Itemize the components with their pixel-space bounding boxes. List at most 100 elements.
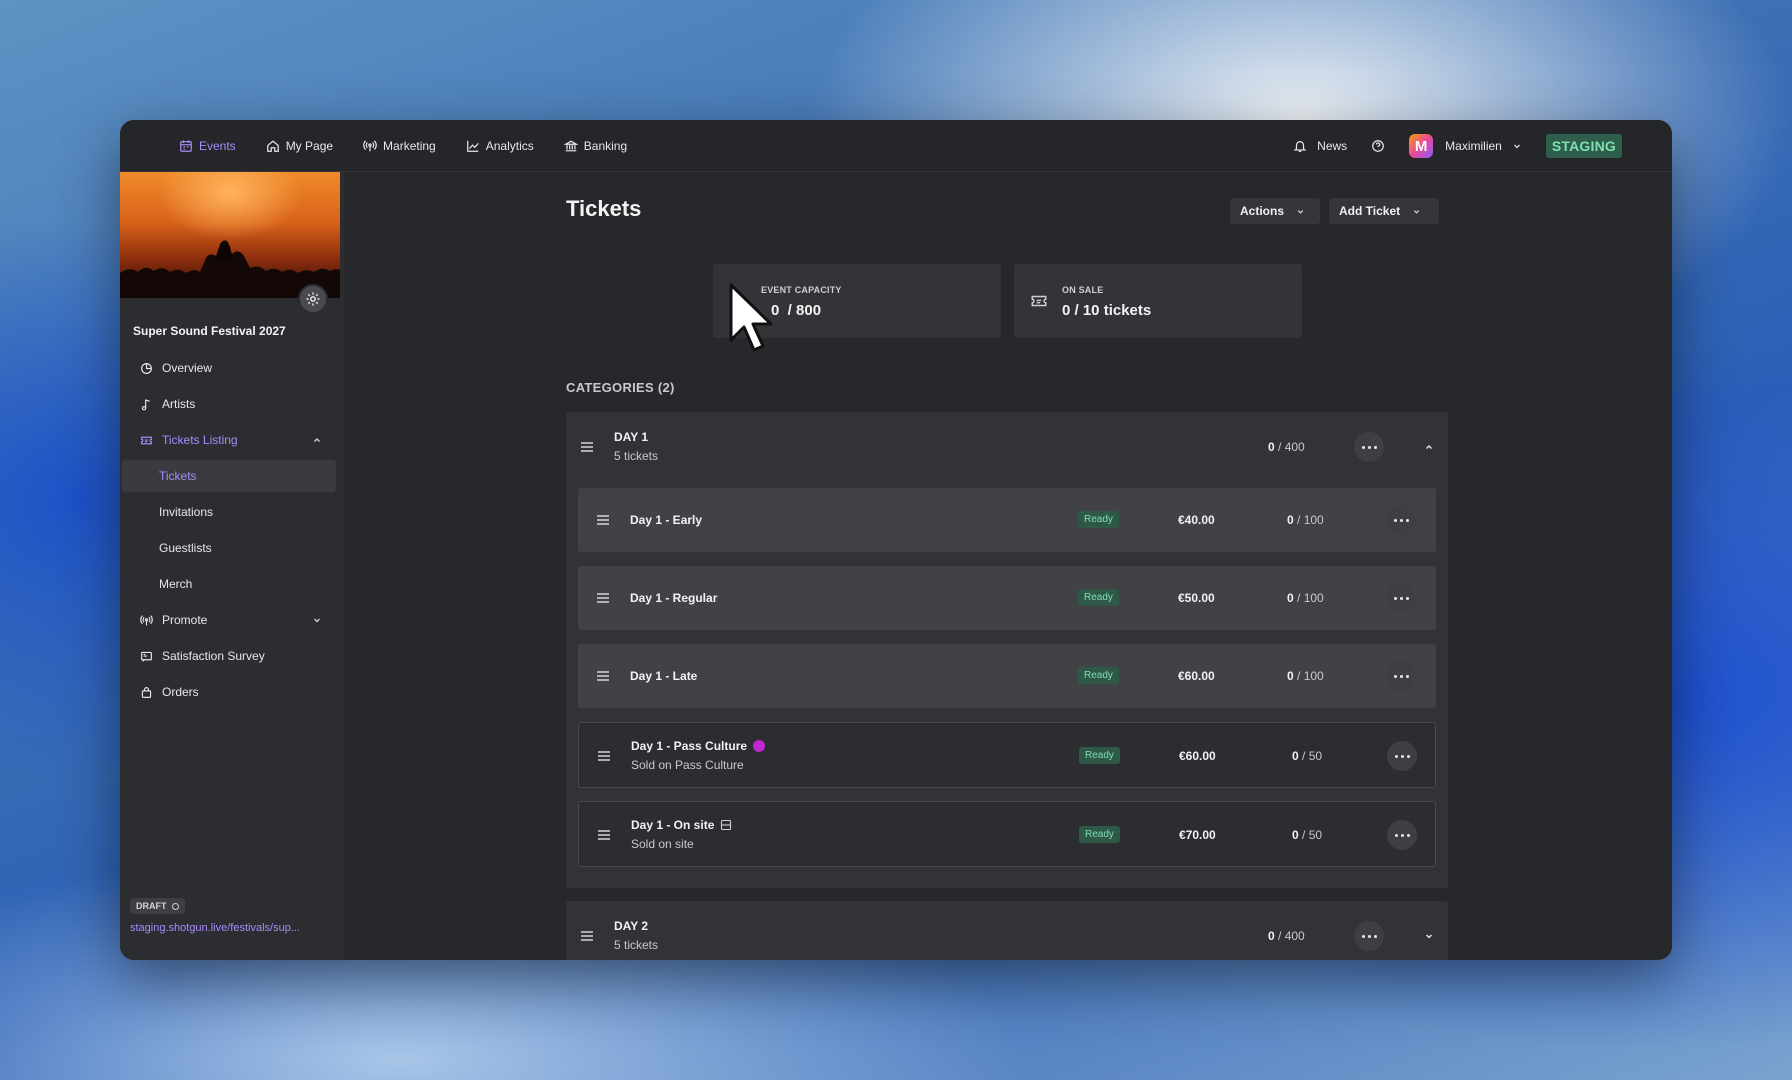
nav-banking[interactable]: Banking	[563, 120, 628, 172]
event-capacity-value: 0 / 800	[771, 302, 822, 319]
sidebar-item-artists[interactable]: Artists	[120, 386, 344, 422]
chevron-down-icon[interactable]	[1512, 141, 1522, 151]
category-day-2: DAY 2 5 tickets 0 / 400	[566, 901, 1448, 960]
status-badge: Ready	[1078, 589, 1119, 606]
app-window: Events My Page Marketing Analytics Banki…	[120, 120, 1672, 960]
bank-icon	[563, 139, 578, 151]
avatar[interactable]: M	[1409, 134, 1434, 158]
nav-my-page[interactable]: My Page	[266, 120, 333, 172]
status-badge: Ready	[1078, 511, 1119, 528]
survey-icon	[141, 651, 152, 662]
sidebar-subitem-merch[interactable]: Merch	[120, 566, 344, 602]
nav-marketing[interactable]: Marketing	[363, 120, 436, 172]
ticket-name-wrap: Day 1 - Pass Culture	[631, 739, 766, 753]
sidebar-item-satisfaction-survey[interactable]: Satisfaction Survey	[120, 638, 344, 674]
ticket-more-button[interactable]	[1386, 661, 1416, 691]
sidebar-item-tickets-listing[interactable]: Tickets Listing	[120, 422, 344, 458]
sidebar-item-overview[interactable]: Overview	[120, 350, 344, 386]
drag-handle-icon[interactable]	[580, 441, 594, 453]
gear-icon	[306, 292, 320, 306]
event-site-link[interactable]: staging.shotgun.live/festivals/sup...	[130, 922, 300, 934]
user-name[interactable]: Maximilien	[1445, 139, 1502, 153]
category-capacity: 0 / 400	[1268, 440, 1305, 454]
sidebar-subitem-invitations[interactable]: Invitations	[120, 494, 344, 530]
drag-handle-icon[interactable]	[597, 829, 611, 841]
page-title: Tickets	[566, 196, 642, 221]
ticket-price: €40.00	[1178, 513, 1215, 527]
ticket-sold: 0	[1287, 513, 1294, 527]
event-settings-button[interactable]	[298, 284, 328, 314]
ticket-name: Day 1 - On site	[631, 818, 715, 832]
ticket-more-button[interactable]	[1387, 820, 1417, 850]
nav-label: Banking	[583, 138, 628, 153]
mouse-pointer-icon	[729, 283, 773, 352]
sidebar-item-label: Tickets Listing	[162, 433, 238, 447]
sidebar-item-label: Orders	[162, 685, 199, 699]
ticket-row[interactable]: Day 1 - Late Ready €60.00 0 / 100	[578, 644, 1436, 708]
chevron-down-icon[interactable]	[312, 615, 322, 625]
sidebar-item-label: Artists	[162, 397, 196, 411]
category-capacity: 0 / 400	[1268, 929, 1305, 943]
ticket-price: €70.00	[1179, 828, 1216, 842]
ticket-row[interactable]: Day 1 - Pass Culture Sold on Pass Cultur…	[578, 722, 1436, 788]
ticket-sold: 0	[1292, 749, 1299, 763]
actions-button[interactable]: Actions	[1230, 198, 1320, 224]
globe-icon	[171, 902, 179, 910]
actions-label: Actions	[1240, 204, 1285, 218]
ticket-row[interactable]: Day 1 - Early Ready €40.00 0 / 100	[578, 488, 1436, 552]
on-sale-value: 0 / 10 tickets	[1062, 302, 1152, 319]
nav-label: Marketing	[383, 138, 436, 153]
drag-handle-icon[interactable]	[597, 750, 611, 762]
drag-handle-icon[interactable]	[580, 930, 594, 942]
pie-chart-icon	[141, 362, 152, 374]
category-header[interactable]: DAY 1 5 tickets 0 / 400	[566, 412, 1448, 482]
sidebar-subitem-guestlists[interactable]: Guestlists	[120, 530, 344, 566]
ticket-icon	[141, 436, 152, 444]
ticket-more-button[interactable]	[1387, 741, 1417, 771]
ticket-capacity-total: / 100	[1293, 591, 1324, 605]
drag-handle-icon[interactable]	[596, 592, 610, 604]
draft-status-badge[interactable]: DRAFT	[130, 898, 185, 914]
category-capacity-total: / 400	[1274, 929, 1305, 943]
ticket-row[interactable]: Day 1 - On site Sold on site Ready €70.0…	[578, 801, 1436, 867]
chevron-up-icon[interactable]	[312, 435, 322, 445]
ticket-capacity-total: / 50	[1298, 749, 1323, 763]
news-button[interactable]: News	[1293, 139, 1347, 153]
chevron-up-icon[interactable]	[1424, 442, 1434, 452]
main-content: Tickets Actions Add Ticket EVENT CAPACIT…	[344, 172, 1672, 960]
category-more-button[interactable]	[1354, 432, 1384, 462]
ticket-more-button[interactable]	[1386, 505, 1416, 535]
chevron-down-icon[interactable]	[1424, 931, 1434, 941]
drag-handle-icon[interactable]	[596, 514, 610, 526]
nav-events[interactable]: Events	[179, 120, 236, 172]
category-name: DAY 1	[614, 430, 649, 444]
broadcast-icon	[140, 614, 153, 625]
category-ticket-count: 5 tickets	[614, 938, 659, 952]
bell-icon	[1293, 141, 1307, 152]
category-sold: 0	[1268, 929, 1275, 943]
ticket-name: Day 1 - Early	[630, 513, 703, 527]
sidebar-item-label: Overview	[162, 361, 213, 375]
sidebar-item-orders[interactable]: Orders	[120, 674, 344, 710]
ticket-sold: 0	[1292, 828, 1299, 842]
home-icon	[266, 139, 279, 152]
category-more-button[interactable]	[1354, 921, 1384, 951]
ticket-price: €60.00	[1179, 749, 1216, 763]
chevron-down-icon	[1297, 209, 1304, 214]
sidebar-item-label: Promote	[162, 613, 208, 627]
add-ticket-button[interactable]: Add Ticket	[1329, 198, 1439, 224]
ticket-row[interactable]: Day 1 - Regular Ready €50.00 0 / 100	[578, 566, 1436, 630]
sidebar-subitem-tickets[interactable]: Tickets	[122, 460, 336, 492]
chevron-down-icon	[1413, 209, 1420, 214]
nav-analytics[interactable]: Analytics	[466, 120, 534, 172]
category-header[interactable]: DAY 2 5 tickets 0 / 400	[566, 901, 1448, 960]
sidebar-item-promote[interactable]: Promote	[120, 602, 344, 638]
register-icon	[721, 819, 732, 831]
ticket-more-button[interactable]	[1386, 583, 1416, 613]
ticket-capacity-total: / 100	[1293, 513, 1324, 527]
categories-title: CATEGORIES (2)	[566, 380, 675, 395]
category-name: DAY 2	[614, 919, 649, 933]
drag-handle-icon[interactable]	[596, 670, 610, 682]
draft-label: DRAFT	[136, 901, 167, 911]
help-icon[interactable]	[1371, 139, 1385, 153]
